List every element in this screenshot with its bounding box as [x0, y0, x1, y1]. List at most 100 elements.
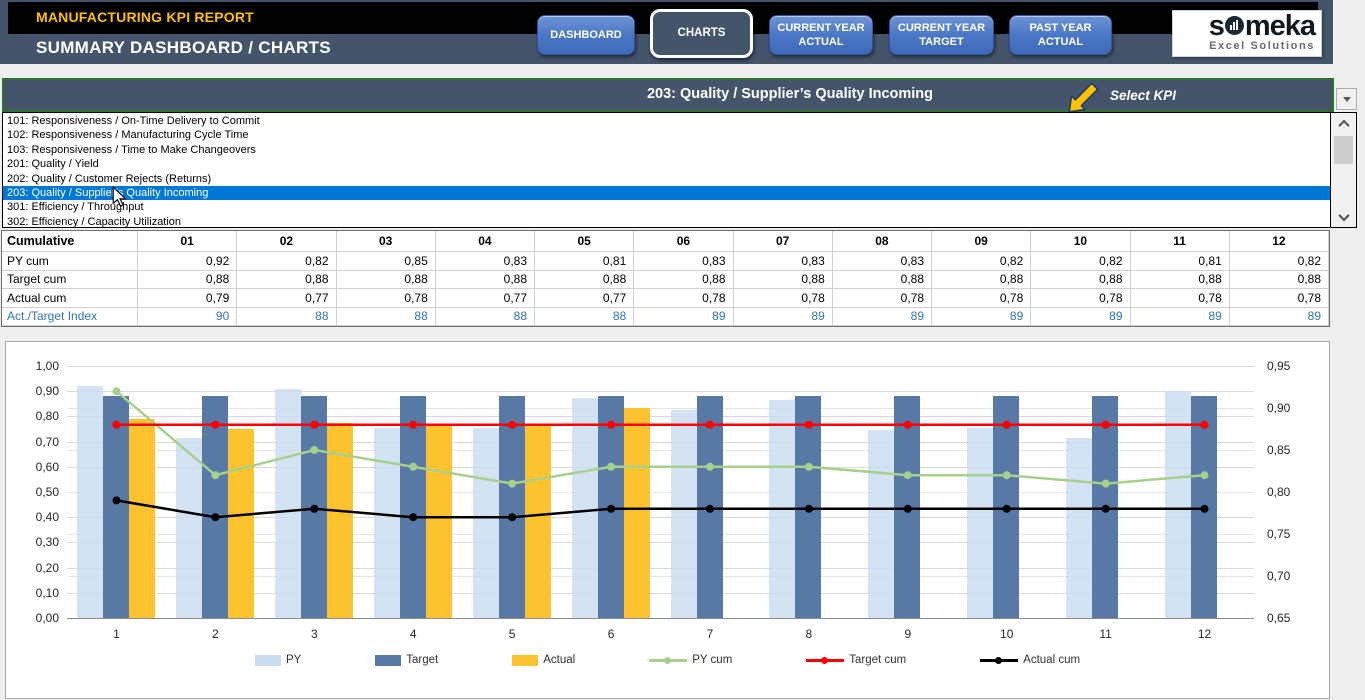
table-value-cell[interactable]: 0,88 [436, 271, 535, 290]
header-bar: MANUFACTURING KPI REPORT SUMMARY DASHBOA… [0, 0, 1333, 64]
table-value-cell[interactable]: 0,81 [1131, 252, 1230, 271]
x-axis-tick: 8 [789, 627, 829, 641]
page-title: SUMMARY DASHBOARD / CHARTS [36, 38, 331, 58]
dashboard-button[interactable]: DASHBOARD [537, 15, 635, 55]
py-cum-marker [1201, 471, 1209, 479]
table-row-label[interactable]: Target cum [2, 271, 138, 290]
table-value-cell[interactable]: 0,82 [1230, 252, 1329, 271]
actual-cum-marker [508, 513, 516, 521]
table-value-cell[interactable]: 0,83 [634, 252, 733, 271]
table-value-cell[interactable]: 89 [1230, 308, 1329, 327]
table-value-cell[interactable]: 0,88 [833, 271, 932, 290]
month-column-header[interactable]: 02 [237, 231, 336, 252]
table-value-cell[interactable]: 89 [833, 308, 932, 327]
kpi-list-item[interactable]: 201: Quality / Yield [3, 157, 1330, 171]
scroll-down-button[interactable] [1331, 207, 1356, 226]
table-value-cell[interactable]: 0,88 [138, 271, 237, 290]
left-axis-tick: 0,50 [15, 485, 59, 499]
table-value-cell[interactable]: 0,88 [932, 271, 1031, 290]
kpi-dropdown-button[interactable] [1336, 88, 1357, 110]
table-value-cell[interactable]: 88 [436, 308, 535, 327]
past-year-actual-button[interactable]: PAST YEAR ACTUAL [1009, 15, 1112, 55]
right-axis-tick: 0,70 [1267, 569, 1311, 583]
month-column-header[interactable]: 06 [634, 231, 733, 252]
table-value-cell[interactable]: 0,77 [535, 289, 634, 308]
table-corner-header[interactable]: Cumulative [2, 231, 138, 252]
table-value-cell[interactable]: 89 [1031, 308, 1130, 327]
table-row-label[interactable]: PY cum [2, 252, 138, 271]
table-value-cell[interactable]: 0,78 [932, 289, 1031, 308]
table-value-cell[interactable]: 0,88 [237, 271, 336, 290]
table-value-cell[interactable]: 0,83 [734, 252, 833, 271]
table-value-cell[interactable]: 0,85 [337, 252, 436, 271]
dropdown-scrollbar[interactable] [1330, 113, 1356, 227]
kpi-selector-bar[interactable]: 203: Quality / Supplier’s Quality Incomi… [2, 78, 1334, 112]
table-value-cell[interactable]: 90 [138, 308, 237, 327]
actual-cum-marker [409, 513, 417, 521]
table-value-cell[interactable]: 0,78 [833, 289, 932, 308]
month-column-header[interactable]: 08 [833, 231, 932, 252]
month-column-header[interactable]: 05 [535, 231, 634, 252]
current-year-target-button[interactable]: CURRENT YEAR TARGET [889, 15, 994, 55]
month-column-header[interactable]: 12 [1230, 231, 1329, 252]
table-value-cell[interactable]: 0,88 [535, 271, 634, 290]
kpi-list-item[interactable]: 101: Responsiveness / On-Time Delivery t… [3, 114, 1330, 128]
table-value-cell[interactable]: 0,82 [1031, 252, 1130, 271]
table-value-cell[interactable]: 0,77 [436, 289, 535, 308]
table-value-cell[interactable]: 0,78 [734, 289, 833, 308]
left-axis-tick: 0,90 [15, 384, 59, 398]
month-column-header[interactable]: 09 [932, 231, 1031, 252]
x-axis-tick: 7 [690, 627, 730, 641]
table-value-cell[interactable]: 89 [1131, 308, 1230, 327]
table-row-label[interactable]: Actual cum [2, 289, 138, 308]
table-value-cell[interactable]: 88 [337, 308, 436, 327]
table-value-cell[interactable]: 0,83 [436, 252, 535, 271]
table-value-cell[interactable]: 0,78 [337, 289, 436, 308]
legend-swatch [255, 655, 281, 666]
current-year-actual-button[interactable]: CURRENT YEAR ACTUAL [769, 15, 873, 55]
py-cum-marker [1102, 480, 1110, 488]
py-cum-marker [310, 446, 318, 454]
table-value-cell[interactable]: 0,88 [1031, 271, 1130, 290]
month-column-header[interactable]: 11 [1131, 231, 1230, 252]
table-value-cell[interactable]: 89 [932, 308, 1031, 327]
month-column-header[interactable]: 07 [734, 231, 833, 252]
kpi-list-item[interactable]: 103: Responsiveness / Time to Make Chang… [3, 143, 1330, 157]
table-value-cell[interactable]: 0,78 [1131, 289, 1230, 308]
table-value-cell[interactable]: 0,78 [1230, 289, 1329, 308]
scrollbar-thumb[interactable] [1334, 136, 1353, 164]
table-row-label[interactable]: Act./Target Index [2, 308, 138, 327]
table-value-cell[interactable]: 0,77 [237, 289, 336, 308]
scroll-up-button[interactable] [1331, 114, 1356, 133]
table-value-cell[interactable]: 0,79 [138, 289, 237, 308]
month-column-header[interactable]: 10 [1031, 231, 1130, 252]
x-axis-tick: 12 [1185, 627, 1225, 641]
kpi-list-item[interactable]: 202: Quality / Customer Rejects (Returns… [3, 172, 1330, 186]
table-value-cell[interactable]: 0,83 [833, 252, 932, 271]
table-value-cell[interactable]: 0,78 [1031, 289, 1130, 308]
month-column-header[interactable]: 03 [337, 231, 436, 252]
right-axis-tick: 0,90 [1267, 401, 1311, 415]
table-value-cell[interactable]: 0,82 [237, 252, 336, 271]
table-value-cell[interactable]: 0,82 [932, 252, 1031, 271]
table-value-cell[interactable]: 0,92 [138, 252, 237, 271]
table-value-cell[interactable]: 0,78 [634, 289, 733, 308]
table-value-cell[interactable]: 88 [535, 308, 634, 327]
month-column-header[interactable]: 04 [436, 231, 535, 252]
table-value-cell[interactable]: 0,88 [337, 271, 436, 290]
table-value-cell[interactable]: 88 [237, 308, 336, 327]
table-value-cell[interactable]: 0,88 [1230, 271, 1329, 290]
table-value-cell[interactable]: 0,88 [734, 271, 833, 290]
table-value-cell[interactable]: 0,88 [634, 271, 733, 290]
table-value-cell[interactable]: 0,81 [535, 252, 634, 271]
month-column-header[interactable]: 01 [138, 231, 237, 252]
kpi-list-item[interactable]: 302: Efficiency / Capacity Utilization [3, 215, 1330, 229]
kpi-list-item[interactable]: 102: Responsiveness / Manufacturing Cycl… [3, 128, 1330, 142]
charts-button[interactable]: CHARTS [650, 9, 753, 58]
table-value-cell[interactable]: 0,88 [1131, 271, 1230, 290]
table-value-cell[interactable]: 89 [734, 308, 833, 327]
legend-item-target: Target [375, 654, 438, 666]
table-value-cell[interactable]: 89 [634, 308, 733, 327]
kpi-list-item[interactable]: 203: Quality / Supplier’s Quality Incomi… [3, 186, 1330, 200]
kpi-list-item[interactable]: 301: Efficiency / Throughput [3, 200, 1330, 214]
